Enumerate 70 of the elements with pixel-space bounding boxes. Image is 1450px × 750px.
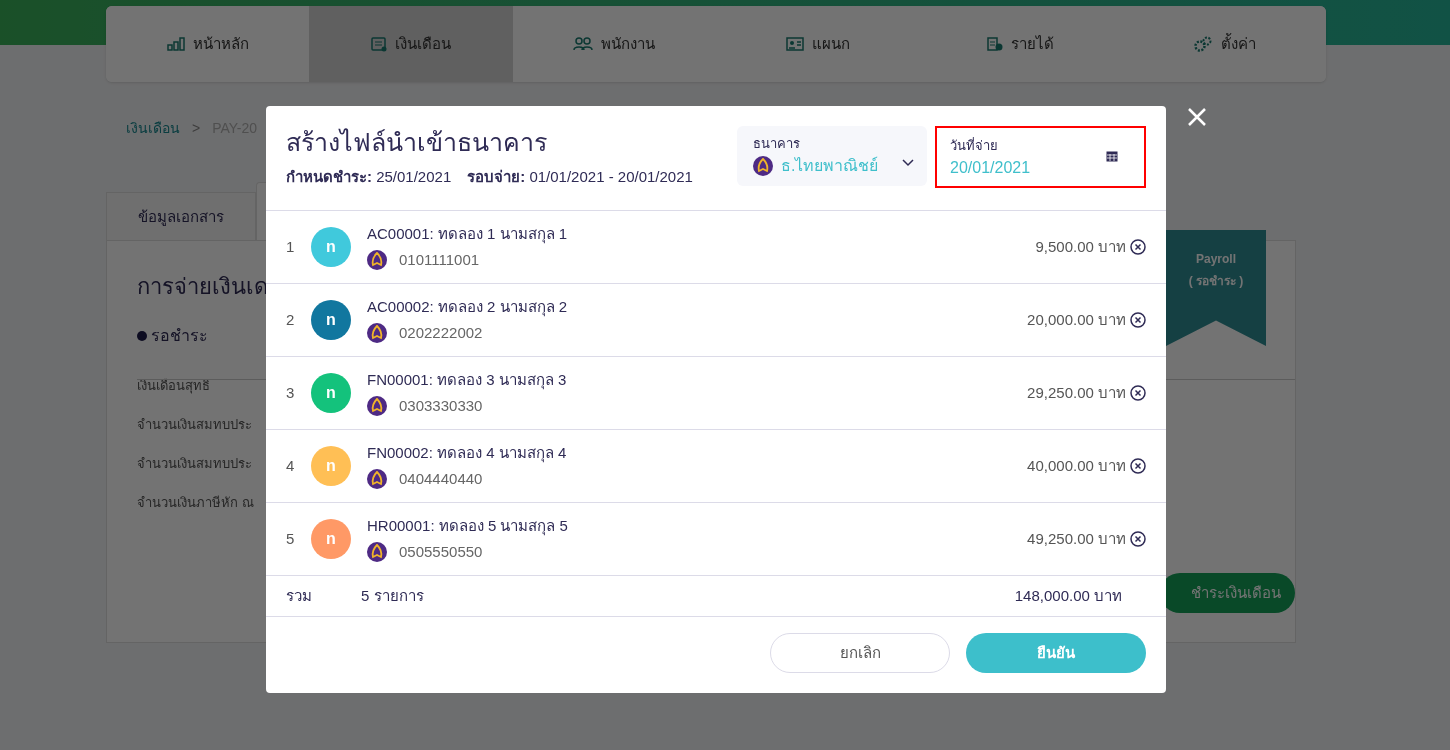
status-label: รอชำระ [151, 326, 208, 346]
nav-tab[interactable]: เงินเดือน [309, 6, 513, 82]
close-icon[interactable] [1187, 107, 1207, 127]
employee-name: AC00002: ทดลอง 2 นามสกุล 2 [367, 296, 569, 318]
avatar: n [311, 227, 351, 267]
document-tab[interactable]: ข้อมูลเอกสาร [106, 192, 256, 242]
id-card-icon [785, 37, 804, 51]
avatar: n [311, 300, 351, 340]
nav-tab[interactable]: รายได้ [919, 6, 1123, 82]
total-count: 5 รายการ [361, 585, 425, 606]
remove-icon[interactable] [1130, 531, 1146, 547]
total-label: รวม [286, 585, 313, 606]
field-label: จำนวนเงินภาษีหัก ณ [137, 494, 255, 512]
people-icon [573, 37, 594, 51]
row-number: 5 [286, 528, 296, 549]
employee-name: HR00001: ทดลอง 5 นามสกุล 5 [367, 515, 569, 537]
account-number: 0101111001 [399, 250, 480, 270]
pay-date-field[interactable]: วันที่จ่าย 20/01/2021 [935, 126, 1146, 188]
row-number: 3 [286, 382, 296, 403]
avatar: n [311, 446, 351, 486]
field-label: จำนวนเงินสมทบประ [137, 416, 253, 434]
modal-title: สร้างไฟล์นำเข้าธนาคาร [286, 127, 548, 158]
row-number: 1 [286, 236, 296, 257]
nav-tab[interactable]: พนักงาน [512, 6, 716, 82]
account-number: 0505550550 [399, 542, 483, 562]
breadcrumb-link[interactable]: เงินเดือน [126, 118, 180, 139]
avatar: n [311, 373, 351, 413]
amount: 20,000.00 บาท [1027, 309, 1126, 330]
remove-icon[interactable] [1130, 385, 1146, 401]
employee-name: FN00001: ทดลอง 3 นามสกุล 3 [367, 369, 568, 391]
remove-icon[interactable] [1130, 458, 1146, 474]
bank-logo-icon [367, 469, 387, 490]
account-number: 0303330330 [399, 396, 483, 416]
chevron-down-icon [902, 159, 914, 167]
nav-tab[interactable]: ตั้งค่า [1122, 6, 1326, 82]
nav-tab[interactable]: แผนก [716, 6, 920, 82]
remove-icon[interactable] [1130, 312, 1146, 328]
field-label: เงินเดือนสุทธิ [137, 377, 211, 396]
row-number: 2 [286, 309, 296, 330]
total-amount: 148,000.00 บาท [1014, 585, 1122, 606]
gears-icon [1192, 36, 1213, 52]
amount: 29,250.00 บาท [1027, 382, 1126, 403]
avatar: n [311, 519, 351, 559]
bar-chart-icon [166, 37, 185, 51]
employee-name: AC00001: ทดลอง 1 นามสกุล 1 [367, 223, 569, 245]
amount: 40,000.00 บาท [1027, 455, 1126, 476]
confirm-button[interactable]: ยืนยัน [966, 633, 1146, 673]
bank-logo-icon [367, 542, 387, 563]
account-number: 0404440440 [399, 469, 483, 489]
amount: 9,500.00 บาท [1035, 236, 1126, 257]
remove-icon[interactable] [1130, 239, 1146, 255]
bank-logo-icon [367, 396, 387, 417]
bank-logo-icon [367, 250, 387, 271]
card-title: การจ่ายเงินเด [137, 273, 266, 301]
row-number: 4 [286, 455, 296, 476]
field-label: จำนวนเงินสมทบประ [137, 455, 253, 473]
calendar-sheet-icon [371, 36, 387, 52]
bank-logo-icon [753, 155, 773, 176]
amount: 49,250.00 บาท [1027, 528, 1126, 549]
calendar-icon [1106, 150, 1118, 162]
nav-tab[interactable]: หน้าหลัก [106, 6, 310, 82]
document-coin-icon [987, 36, 1004, 52]
employee-name: FN00002: ทดลอง 4 นามสกุล 4 [367, 442, 568, 464]
breadcrumb-separator: > [192, 119, 201, 138]
bank-select[interactable]: ธนาคาร ธ.ไทยพาณิชย์ [737, 126, 927, 186]
bank-logo-icon [367, 323, 387, 344]
account-number: 0202222002 [399, 323, 483, 343]
pay-cycle-text: รอบจ่าย: 01/01/2021 - 20/01/2021 [467, 167, 693, 187]
status-ribbon: Payroll ( รอชำระ ) [1166, 230, 1266, 346]
due-date-text: กำหนดชำระ: 25/01/2021 [286, 167, 452, 187]
